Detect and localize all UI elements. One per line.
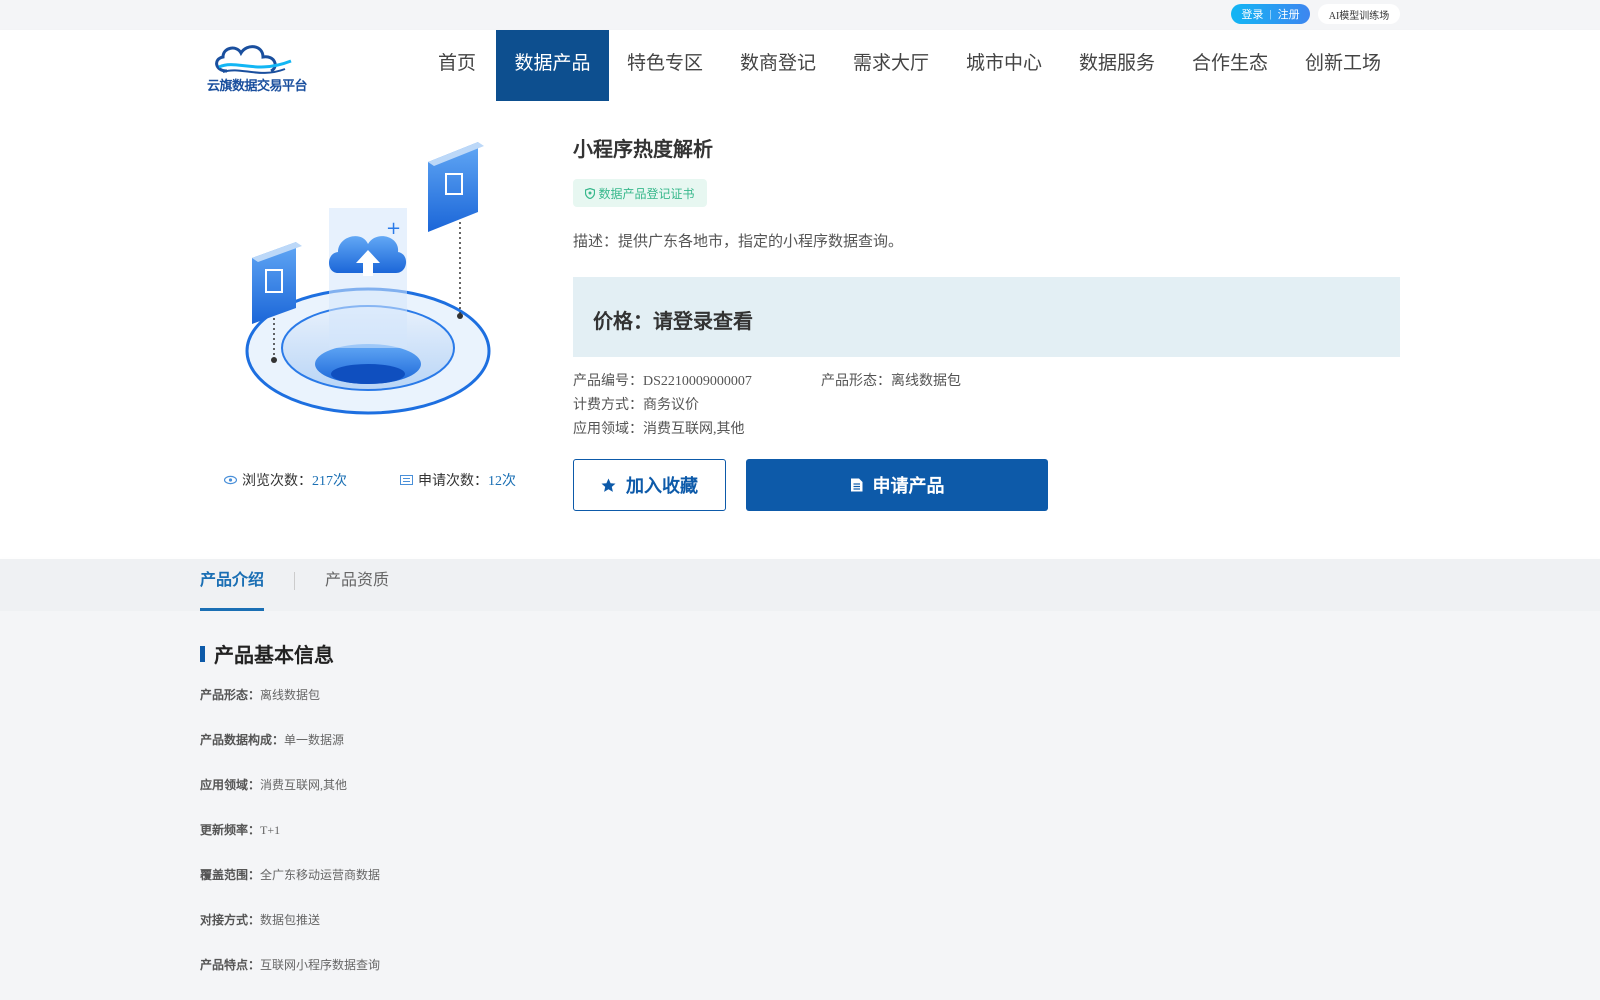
document-icon [850, 478, 862, 492]
product-code-label: 产品编号： [573, 374, 643, 389]
info-value: 离线数据包 [260, 688, 321, 702]
nav-data-services[interactable]: 数据服务 [1075, 30, 1159, 101]
product-tab-bar: 产品介绍 产品资质 [0, 559, 1600, 611]
billing-value: 商务议价 [643, 398, 699, 413]
logo-text: 云旗数据交易平台 [207, 78, 308, 93]
info-value: 消费互联网,其他 [260, 778, 348, 792]
basic-info-title: 产品基本信息 [200, 639, 334, 668]
ai-training-link[interactable]: AI模型训练场 [1318, 4, 1400, 24]
product-code-value: DS2210009000007 [643, 374, 752, 389]
application-field: 应用领域：消费互联网,其他 [573, 418, 745, 438]
product-description: 描述：提供广东各地市，指定的小程序数据查询。 [573, 234, 904, 250]
info-key: 对接方式： [200, 913, 261, 927]
nav-featured-zone[interactable]: 特色专区 [623, 30, 707, 101]
field-value: 消费互联网,其他 [643, 422, 745, 437]
info-key: 产品数据构成： [200, 733, 285, 747]
top-utility-bar: 登录 | 注册 AI模型训练场 [0, 0, 1600, 30]
billing-label: 计费方式： [573, 398, 643, 413]
tab-divider [294, 572, 295, 590]
site-logo[interactable]: 云旗数据交易平台 [205, 41, 308, 93]
price-label: 价格：请登录查看 [593, 311, 753, 333]
info-key: 产品特点： [200, 958, 261, 972]
applies-label: 申请次数： [418, 474, 488, 489]
info-value: T+1 [260, 823, 281, 837]
auth-pill: 登录 | 注册 [1231, 4, 1310, 24]
register-link[interactable]: 注册 [1278, 6, 1300, 22]
apply-product-button[interactable]: 申请产品 [746, 459, 1048, 511]
info-value: 全广东移动运营商数据 [260, 868, 381, 882]
tab-product-intro[interactable]: 产品介绍 [200, 559, 265, 611]
right-card-icon [428, 142, 484, 232]
basic-info-title-text: 产品基本信息 [214, 645, 334, 667]
eye-icon [224, 475, 237, 485]
product-illustration: + [245, 142, 491, 415]
info-key: 更新频率： [200, 823, 261, 837]
shield-icon [585, 187, 596, 199]
product-form: 产品形态：离线数据包 [821, 370, 961, 390]
info-row: 对接方式：数据包推送 [200, 911, 320, 928]
product-code: 产品编号：DS2210009000007 [573, 370, 752, 390]
info-value: 数据包推送 [260, 913, 321, 927]
star-icon [601, 478, 616, 492]
login-link[interactable]: 登录 [1241, 6, 1263, 22]
product-form-value: 离线数据包 [891, 374, 961, 389]
billing-method: 计费方式：商务议价 [573, 394, 699, 414]
tab-product-qualification[interactable]: 产品资质 [325, 559, 389, 611]
product-title: 小程序热度解析 [573, 139, 713, 161]
nav-city-center[interactable]: 城市中心 [962, 30, 1046, 101]
nav-partner-ecosystem[interactable]: 合作生态 [1188, 30, 1272, 101]
applies-stat: 申请次数： 12次 [400, 470, 516, 490]
auth-divider: | [1269, 8, 1272, 20]
basic-info-section: 产品基本信息 产品形态：离线数据包 产品数据构成：单一数据源 应用领域：消费互联… [0, 611, 1600, 1000]
info-row: 产品特点：互联网小程序数据查询 [200, 956, 380, 973]
site-header: 云旗数据交易平台 首页 数据产品 特色专区 数商登记 需求大厅 城市中心 数据服… [0, 30, 1600, 102]
info-value: 单一数据源 [284, 733, 345, 747]
applies-value: 12次 [488, 474, 516, 489]
nav-data-products[interactable]: 数据产品 [496, 30, 609, 101]
price-box: 价格：请登录查看 [573, 277, 1400, 357]
info-row: 应用领域：消费互联网,其他 [200, 776, 347, 793]
nav-demand-hall[interactable]: 需求大厅 [849, 30, 933, 101]
info-key: 应用领域： [200, 778, 261, 792]
product-form-label: 产品形态： [821, 374, 891, 389]
apply-product-label: 申请产品 [872, 476, 945, 496]
views-value: 217次 [312, 474, 347, 489]
views-label: 浏览次数： [242, 474, 312, 489]
field-label: 应用领域： [573, 422, 643, 437]
certificate-label: 数据产品登记证书 [598, 186, 695, 201]
add-favorite-label: 加入收藏 [626, 476, 698, 496]
views-stat: 浏览次数： 217次 [224, 470, 347, 490]
nav-innovation-workshop[interactable]: 创新工场 [1301, 30, 1385, 101]
info-value: 互联网小程序数据查询 [260, 958, 381, 972]
document-icon [400, 475, 413, 485]
nav-merchant-registration[interactable]: 数商登记 [736, 30, 820, 101]
info-row: 产品数据构成：单一数据源 [200, 731, 344, 748]
nav-home[interactable]: 首页 [433, 30, 481, 101]
info-key: 覆盖范围： [200, 868, 261, 882]
info-row: 覆盖范围：全广东移动运营商数据 [200, 866, 380, 883]
section-accent-bar [200, 645, 205, 662]
certificate-badge[interactable]: 数据产品登记证书 [573, 179, 707, 207]
svg-text:+: + [386, 218, 401, 239]
logo-cloud-icon [215, 45, 292, 74]
add-favorite-button[interactable]: 加入收藏 [573, 459, 726, 511]
info-row: 产品形态：离线数据包 [200, 686, 320, 703]
info-key: 产品形态： [200, 688, 261, 702]
info-row: 更新频率：T+1 [200, 821, 280, 838]
